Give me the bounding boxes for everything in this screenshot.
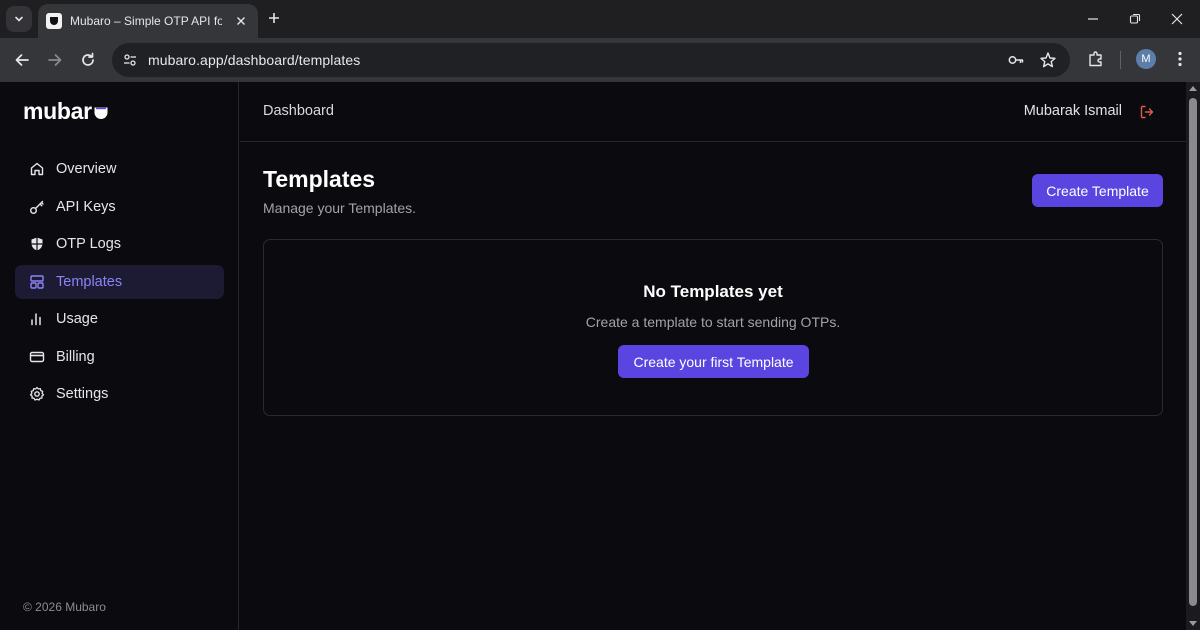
close-icon [1171, 13, 1183, 25]
minimize-icon [1088, 18, 1098, 20]
kebab-icon [1178, 51, 1182, 67]
main-content: Dashboard Mubarak Ismail Templates Manag… [240, 82, 1186, 630]
sidebar-item-api-keys[interactable]: API Keys [15, 190, 224, 224]
sidebar-item-templates[interactable]: Templates [15, 264, 224, 299]
layout-icon [29, 274, 45, 290]
sidebar-item-settings[interactable]: Settings [15, 377, 224, 411]
top-header: Dashboard Mubarak Ismail [240, 82, 1186, 142]
gear-icon [29, 386, 45, 402]
site-settings-button[interactable] [120, 50, 140, 70]
sidebar-item-billing[interactable]: Billing [15, 340, 224, 374]
extensions-button[interactable] [1085, 48, 1107, 70]
back-button[interactable] [10, 48, 34, 72]
tab-close-button[interactable] [232, 12, 250, 30]
scroll-up-arrow-icon[interactable] [1189, 86, 1197, 91]
reload-button[interactable] [76, 48, 100, 72]
sidebar-item-label: API Keys [56, 198, 116, 215]
page-title: Templates [263, 166, 376, 192]
forward-icon [48, 54, 62, 66]
reload-icon [82, 52, 94, 66]
app-viewport: mubar Overview API Keys OTP Logs Templat… [0, 82, 1186, 630]
empty-state-title: No Templates yet [643, 282, 783, 301]
key-icon [1008, 56, 1024, 64]
site-settings-icon [124, 54, 136, 66]
home-icon [29, 161, 45, 177]
scroll-thumb[interactable] [1189, 98, 1197, 606]
key-icon [29, 199, 45, 215]
logout-button[interactable] [1138, 103, 1156, 121]
bookmark-button[interactable] [1038, 50, 1058, 70]
tab-search-button[interactable] [6, 6, 32, 32]
password-key-button[interactable] [1006, 50, 1026, 70]
create-first-template-button[interactable]: Create your first Template [618, 345, 809, 378]
logout-icon [1140, 105, 1154, 119]
sidebar-item-label: Templates [56, 273, 123, 290]
sidebar-item-otp-logs[interactable]: OTP Logs [15, 227, 224, 261]
page-subtitle: Manage your Templates. [263, 200, 417, 216]
chevron-down-icon [15, 16, 23, 22]
sidebar-nav: Overview API Keys OTP Logs Templates Usa… [15, 152, 224, 415]
restore-icon [1129, 13, 1141, 24]
sidebar: mubar Overview API Keys OTP Logs Templat… [0, 82, 239, 630]
toolbar-separator [1120, 51, 1121, 69]
bar-chart-icon [29, 311, 45, 327]
breadcrumb[interactable]: Dashboard [263, 103, 334, 119]
empty-state-card: No Templates yet Create a template to st… [263, 239, 1163, 416]
scroll-down-arrow-icon[interactable] [1189, 621, 1197, 626]
restore-button[interactable] [1122, 6, 1148, 32]
create-template-button[interactable]: Create Template [1032, 174, 1163, 207]
close-icon [237, 17, 245, 25]
brand-name: mubar [23, 98, 92, 124]
tab-title: Mubaro – Simple OTP API for Developers [70, 14, 222, 28]
extensions-icon [1089, 51, 1102, 67]
user-name: Mubarak Ismail [1023, 103, 1122, 119]
browser-menu-button[interactable] [1170, 49, 1190, 69]
brand-logo[interactable]: mubar [23, 98, 109, 125]
close-window-button[interactable] [1164, 6, 1190, 32]
url-text[interactable]: mubaro.app/dashboard/templates [148, 52, 360, 68]
page-scrollbar[interactable] [1186, 82, 1200, 630]
profile-avatar[interactable]: M [1136, 49, 1156, 69]
minimize-button[interactable] [1080, 6, 1106, 32]
browser-tab[interactable]: Mubaro – Simple OTP API for Developers [38, 4, 258, 38]
favicon-icon [46, 13, 62, 29]
copyright-footer: © 2026 Mubaro [23, 600, 106, 614]
sidebar-item-label: Settings [56, 386, 109, 402]
shield-logo-icon [94, 107, 108, 119]
sidebar-item-overview[interactable]: Overview [15, 152, 224, 186]
empty-state-message: Create a template to start sending OTPs. [585, 314, 841, 330]
address-bar[interactable]: mubaro.app/dashboard/templates [112, 43, 1070, 77]
sidebar-item-label: Overview [56, 161, 117, 177]
sidebar-item-label: Billing [56, 348, 95, 365]
sidebar-item-usage[interactable]: Usage [15, 302, 224, 336]
back-icon [15, 54, 29, 66]
forward-button[interactable] [43, 48, 67, 72]
sidebar-item-label: OTP Logs [56, 236, 122, 252]
shield-icon [29, 236, 45, 252]
sidebar-item-label: Usage [56, 311, 98, 327]
star-icon [1040, 52, 1056, 68]
credit-card-icon [29, 349, 45, 365]
new-tab-button[interactable] [264, 8, 284, 28]
plus-icon [269, 13, 279, 23]
